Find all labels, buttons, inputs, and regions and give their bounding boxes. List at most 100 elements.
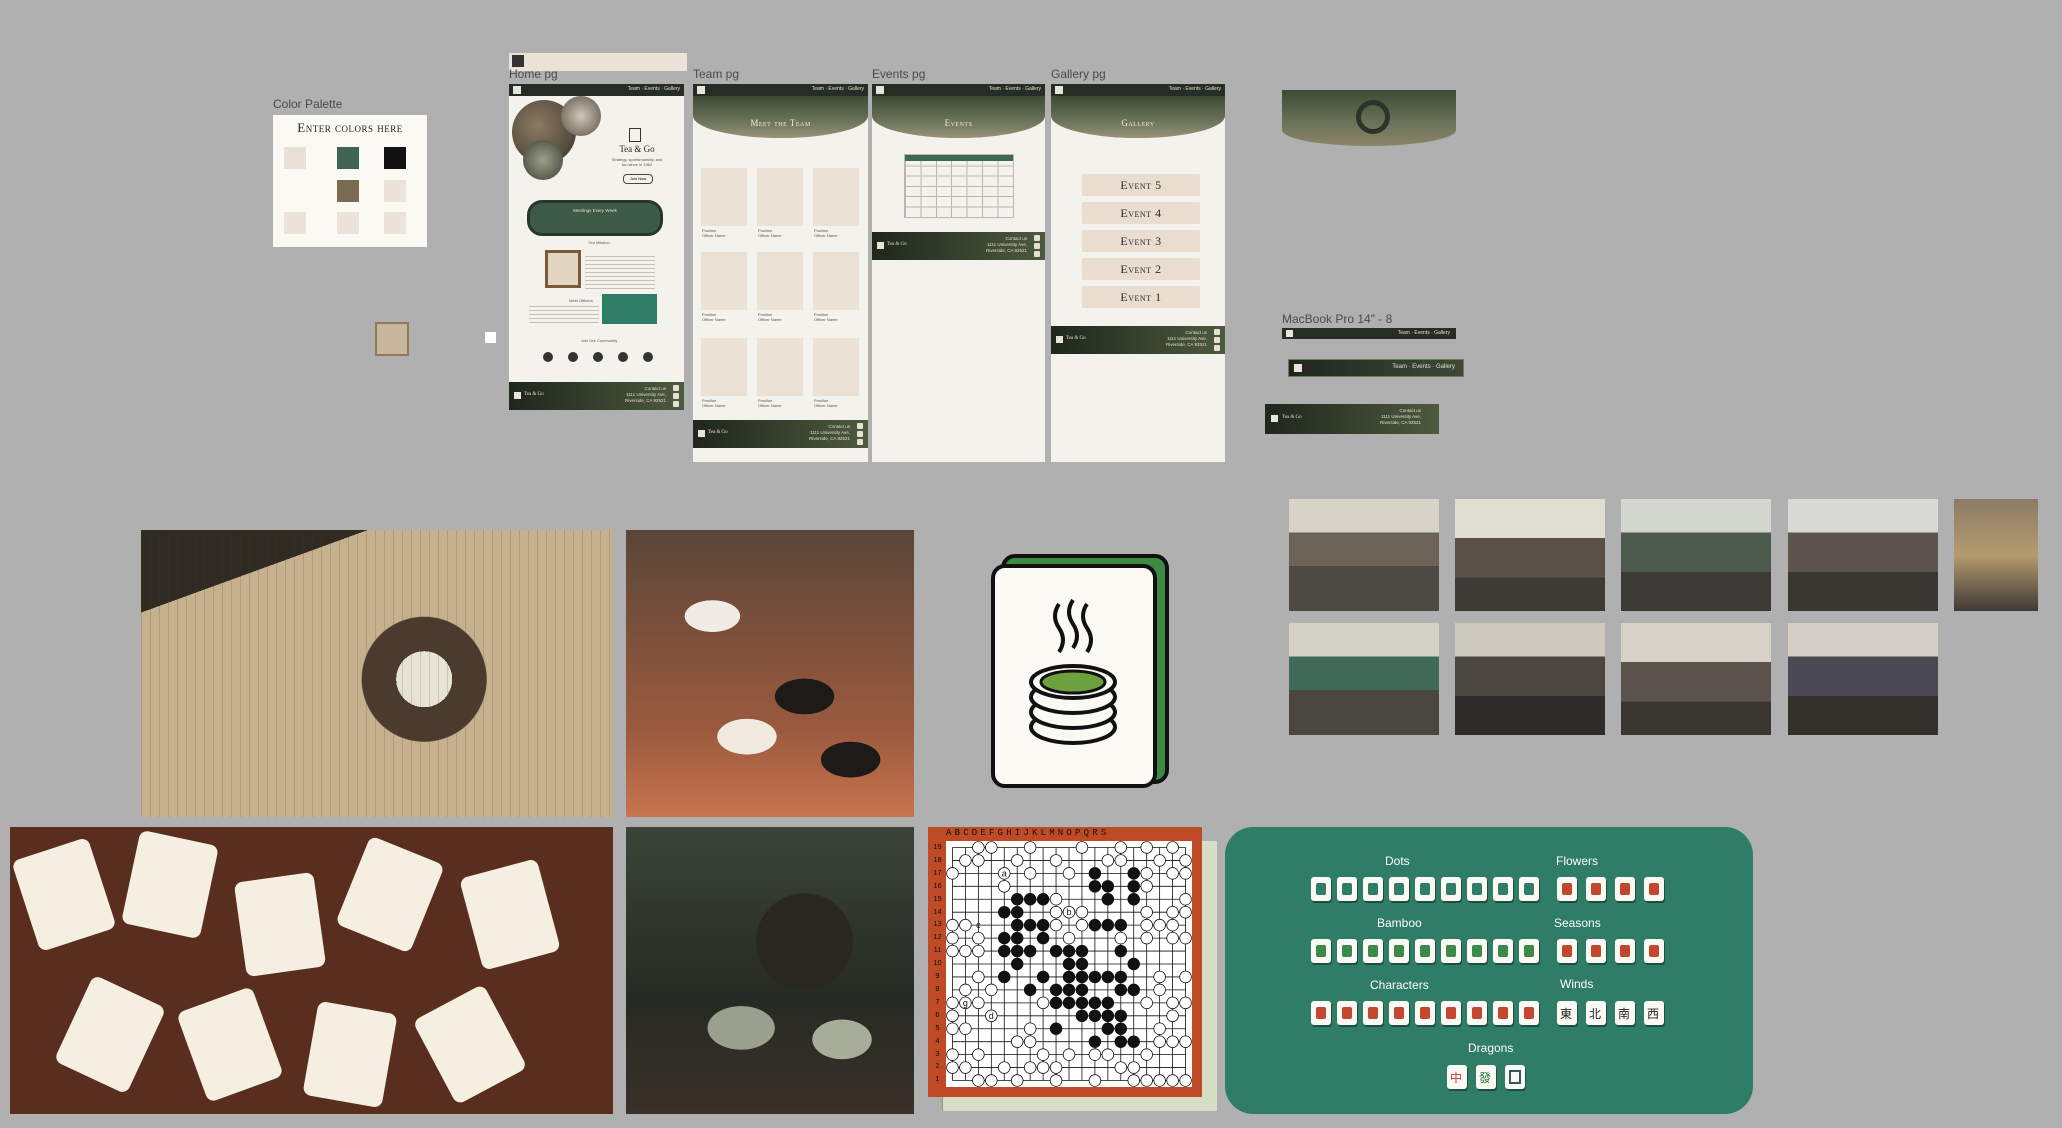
hero-banner-component[interactable] [1282,90,1456,146]
nav-link-team[interactable]: Team [989,86,1001,92]
frame-label-gallery[interactable]: Gallery pg [1051,67,1106,81]
mahjong-tile[interactable] [1363,1001,1383,1025]
mahjong-tile[interactable] [1493,939,1513,963]
mahjong-tile[interactable] [1415,939,1435,963]
mahjong-tile[interactable] [1363,877,1383,901]
teapot-photo[interactable] [626,827,914,1114]
event-photo-thumbnail[interactable] [1455,623,1605,735]
gallery-event-button[interactable]: Event 3 [1082,230,1200,252]
mahjong-tiles-panel[interactable]: Dots Flowers Bamboo Seasons Characters W… [1225,827,1753,1114]
nav-link-events[interactable]: Events [1005,86,1020,92]
mahjong-tile[interactable]: 東 [1557,1001,1577,1025]
mahjong-tile[interactable]: 發 [1476,1065,1496,1089]
tea-on-book-photo[interactable] [141,530,613,817]
instagram-icon[interactable] [1034,235,1040,241]
color-swatch[interactable] [337,212,359,234]
mahjong-tile[interactable] [1441,1001,1461,1025]
frame-label-home[interactable]: Home pg [509,67,558,81]
gallery-event-button[interactable]: Event 4 [1082,202,1200,224]
discord-icon[interactable] [673,393,679,399]
gallery-page-frame[interactable]: Team · Events · Gallery Gallery Event 5 … [1051,84,1225,462]
email-icon[interactable] [857,439,863,445]
instagram-icon[interactable] [1214,329,1220,335]
mahjong-tile[interactable] [1557,939,1577,963]
mahjong-tile[interactable] [1415,1001,1435,1025]
event-photo-thumbnail[interactable] [1289,499,1439,611]
instagram-icon[interactable] [543,352,553,362]
mahjong-tile[interactable] [1441,877,1461,901]
nav-link-gallery[interactable]: Gallery [1434,330,1450,336]
nav-link-events[interactable]: Events [644,86,659,92]
color-swatch[interactable] [337,180,359,202]
event-photo-thumbnail[interactable] [1621,623,1771,735]
mahjong-tile[interactable]: 南 [1615,1001,1635,1025]
nav-link-gallery[interactable]: Gallery [848,86,864,92]
email-icon[interactable] [1034,251,1040,257]
email-icon[interactable] [593,352,603,362]
color-swatch[interactable] [384,212,406,234]
discord-icon[interactable] [1034,243,1040,249]
mahjong-tile[interactable] [1337,939,1357,963]
tea-and-go-app-icon[interactable] [991,554,1169,788]
small-white-square[interactable] [485,332,496,343]
mahjong-tile[interactable] [1311,877,1331,901]
frame-label-macbook[interactable]: MacBook Pro 14" - 8 [1282,312,1392,326]
mahjong-tile[interactable] [1644,939,1664,963]
mahjong-tile[interactable] [1519,877,1539,901]
color-swatch[interactable] [284,147,306,169]
mahjong-tile[interactable] [1389,1001,1409,1025]
nav-link-gallery[interactable]: Gallery [1436,364,1455,370]
nav-link-events[interactable]: Events [1414,330,1429,336]
mahjong-tile[interactable] [1505,1065,1525,1089]
events-calendar[interactable] [904,154,1014,218]
small-grid-thumbnail[interactable] [375,322,409,356]
color-palette-frame[interactable]: Enter colors here [273,115,427,247]
link-icon[interactable] [643,352,653,362]
mahjong-tile[interactable] [1363,939,1383,963]
mahjong-tiles-photo[interactable] [10,827,613,1114]
color-swatch[interactable] [384,180,406,202]
mahjong-tile[interactable] [1586,939,1606,963]
go-stones-photo[interactable] [626,530,914,817]
nav-bar-component[interactable]: Team · Events · Gallery [1282,328,1456,339]
frame-label-color-palette[interactable]: Color Palette [273,97,342,111]
nav-link-gallery[interactable]: Gallery [1205,86,1221,92]
mahjong-tile[interactable] [1493,877,1513,901]
join-now-button[interactable]: Join Now [623,174,653,184]
site-logo-icon[interactable] [697,86,705,94]
facebook-icon[interactable] [618,352,628,362]
gallery-event-button[interactable]: Event 2 [1082,258,1200,280]
mahjong-tile[interactable] [1519,939,1539,963]
mahjong-tile[interactable] [1389,877,1409,901]
mahjong-tile[interactable] [1519,1001,1539,1025]
event-photo-thumbnail[interactable] [1621,499,1771,611]
discord-icon[interactable] [1214,337,1220,343]
mahjong-tile[interactable]: 西 [1644,1001,1664,1025]
gallery-event-button[interactable]: Event 5 [1082,174,1200,196]
nav-link-gallery[interactable]: Gallery [664,86,680,92]
nav-link-team[interactable]: Team [1169,86,1181,92]
mahjong-tile[interactable] [1493,1001,1513,1025]
go-board-diagram[interactable]: ABCDEFGHIJKLMNOPQRS abcdefg 19 18 17 16 15 14… [928,827,1202,1097]
nav-link-gallery[interactable]: Gallery [1025,86,1041,92]
email-icon[interactable] [1214,345,1220,351]
event-photo-thumbnail[interactable] [1289,623,1439,735]
events-page-frame[interactable]: Team · Events · Gallery Events Tea & Go … [872,84,1045,462]
mahjong-tile[interactable] [1615,877,1635,901]
color-swatch[interactable] [384,147,406,169]
nav-bar-component[interactable]: Team · Events · Gallery [1288,359,1464,377]
gallery-event-button[interactable]: Event 1 [1082,286,1200,308]
nav-link-team[interactable]: Team [812,86,824,92]
mahjong-tile[interactable] [1586,877,1606,901]
mahjong-tile[interactable] [1644,877,1664,901]
instagram-icon[interactable] [857,423,863,429]
mahjong-tile[interactable] [1337,877,1357,901]
event-photo-thumbnail[interactable] [1455,499,1605,611]
mahjong-tile[interactable] [1311,939,1331,963]
nav-link-team[interactable]: Team [628,86,640,92]
frame-label-team[interactable]: Team pg [693,67,739,81]
mahjong-tile[interactable] [1389,939,1409,963]
mahjong-tile[interactable] [1337,1001,1357,1025]
mahjong-tile[interactable] [1467,939,1487,963]
nav-link-team[interactable]: Team [1398,330,1410,336]
